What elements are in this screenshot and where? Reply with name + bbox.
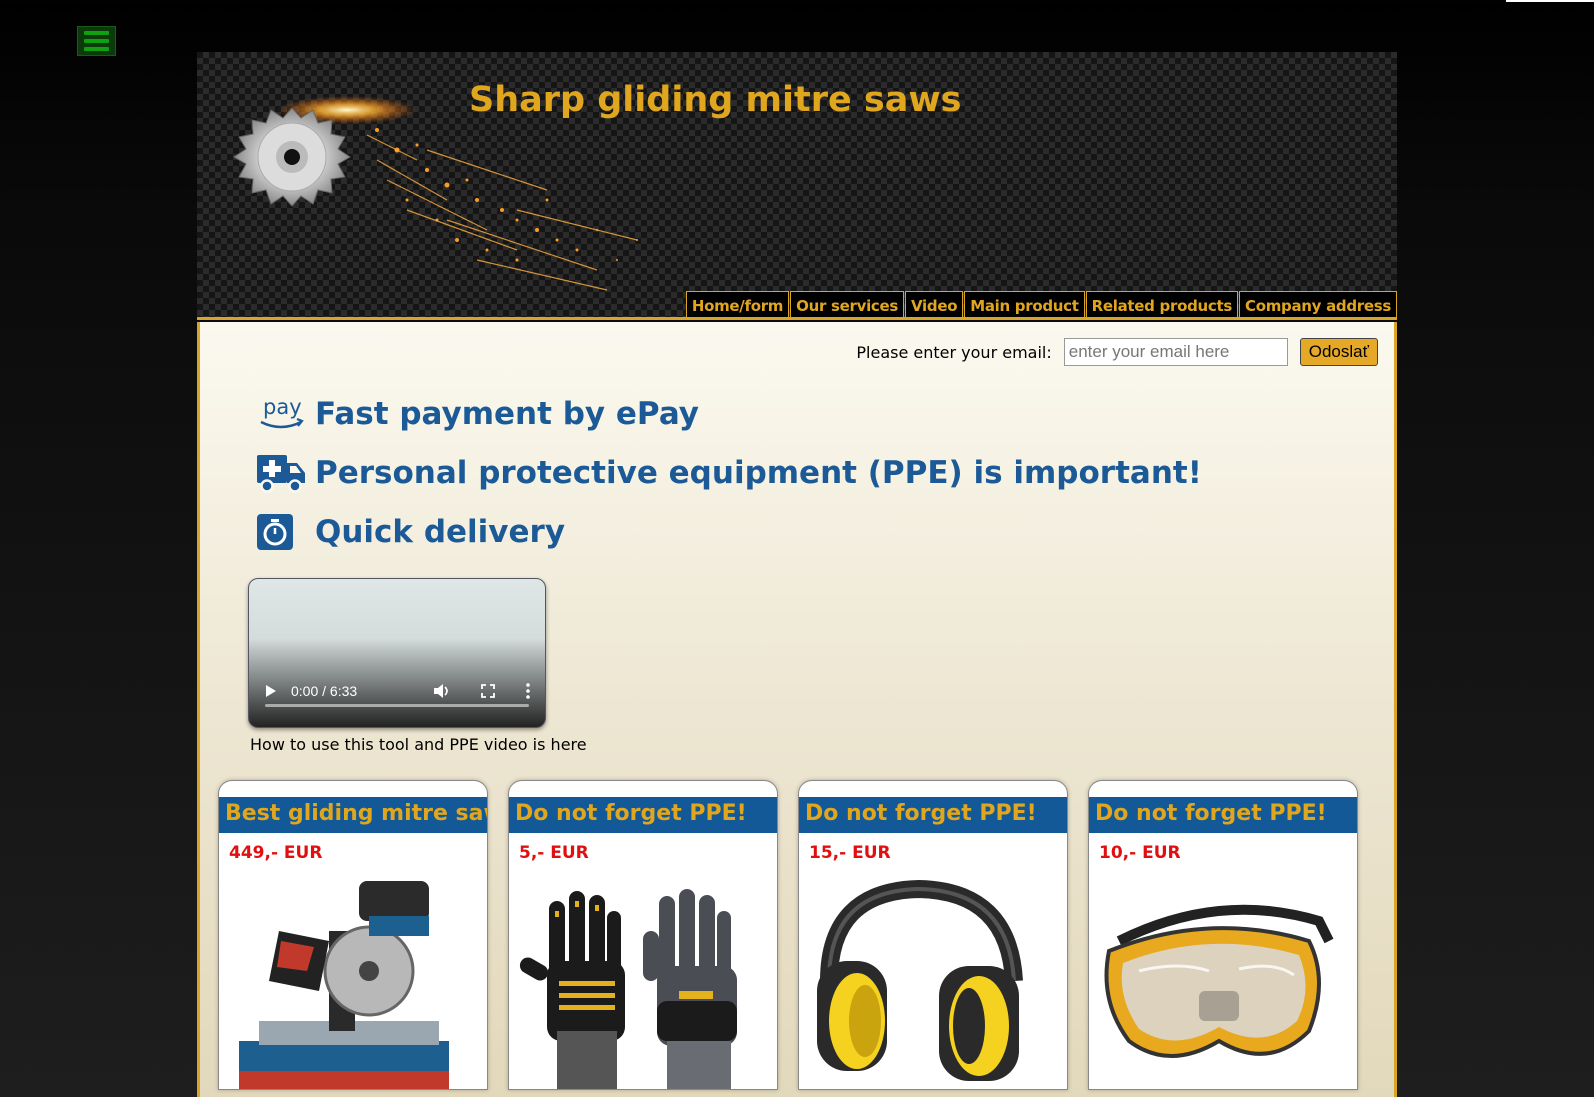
feature-delivery: Quick delivery: [257, 512, 565, 552]
main-nav: Home/form Our services Video Main produc…: [685, 291, 1397, 317]
mitre-saw-image: [239, 881, 449, 1089]
product-card[interactable]: Do not forget PPE! 5,- EUR: [508, 780, 778, 1090]
more-options-icon[interactable]: [525, 683, 531, 699]
svg-text:pay: pay: [263, 395, 302, 419]
nav-main-product[interactable]: Main product: [964, 291, 1085, 317]
feature-payment: pay Fast payment by ePay: [257, 394, 699, 434]
video-player[interactable]: 0:00 / 6:33: [248, 578, 546, 728]
saw-blade-sparks-image: [233, 96, 638, 291]
page-container: Sharp gliding mitre saws Home/form Our s…: [197, 52, 1397, 1097]
feature-text: Fast payment by ePay: [315, 396, 699, 432]
amazon-pay-icon: pay: [257, 394, 307, 434]
main-content: Please enter your email: Odoslať pay Fas…: [197, 322, 1397, 1097]
submit-button[interactable]: Odoslať: [1299, 338, 1378, 366]
product-card[interactable]: Do not forget PPE! 15,- EUR: [798, 780, 1068, 1090]
hamburger-menu-button[interactable]: [77, 26, 116, 56]
video-caption: How to use this tool and PPE video is he…: [250, 735, 587, 754]
email-form: Please enter your email: Odoslať: [856, 338, 1378, 366]
feature-text: Quick delivery: [315, 514, 566, 550]
card-title: Do not forget PPE!: [1089, 797, 1357, 833]
card-price: 15,- EUR: [809, 843, 891, 863]
product-card[interactable]: Best gliding mitre saw 449,- EUR: [218, 780, 488, 1090]
video-time: 0:00 / 6:33: [291, 683, 358, 699]
card-title: Do not forget PPE!: [509, 797, 777, 833]
nav-company-address[interactable]: Company address: [1238, 291, 1397, 317]
product-card[interactable]: Do not forget PPE! 10,- EUR: [1088, 780, 1358, 1090]
volume-icon[interactable]: [433, 683, 451, 699]
ear-muffs-image: [817, 879, 1023, 1081]
nav-our-services[interactable]: Our services: [790, 291, 905, 317]
email-label: Please enter your email:: [856, 342, 1052, 362]
menu-bar-icon: [84, 47, 109, 51]
card-price: 5,- EUR: [519, 843, 589, 863]
play-icon[interactable]: [265, 684, 277, 698]
safety-goggles-image: [1104, 904, 1334, 1058]
gloves-image: [519, 889, 737, 1089]
top-right-line: [1506, 0, 1594, 2]
card-price: 449,- EUR: [229, 843, 323, 863]
feature-text: Personal protective equipment (PPE) is i…: [315, 455, 1202, 491]
nav-video[interactable]: Video: [905, 291, 964, 317]
ambulance-icon: [257, 453, 307, 493]
video-progress-bar[interactable]: [265, 704, 529, 707]
nav-home-form[interactable]: Home/form: [685, 291, 790, 317]
site-title: Sharp gliding mitre saws: [469, 80, 962, 120]
site-header: Sharp gliding mitre saws Home/form Our s…: [197, 52, 1397, 320]
card-price: 10,- EUR: [1099, 843, 1181, 863]
email-field[interactable]: [1063, 338, 1288, 366]
nav-related-products[interactable]: Related products: [1085, 291, 1238, 317]
product-cards: Best gliding mitre saw 449,- EUR Do not …: [218, 780, 1358, 1090]
menu-bar-icon: [84, 31, 109, 35]
menu-bar-icon: [84, 39, 109, 43]
fullscreen-icon[interactable]: [481, 684, 495, 698]
card-title: Best gliding mitre saw: [219, 797, 487, 833]
video-controls: 0:00 / 6:33: [249, 667, 545, 727]
card-title: Do not forget PPE!: [799, 797, 1067, 833]
stopwatch-icon: [257, 512, 307, 552]
feature-ppe: Personal protective equipment (PPE) is i…: [257, 453, 1202, 493]
